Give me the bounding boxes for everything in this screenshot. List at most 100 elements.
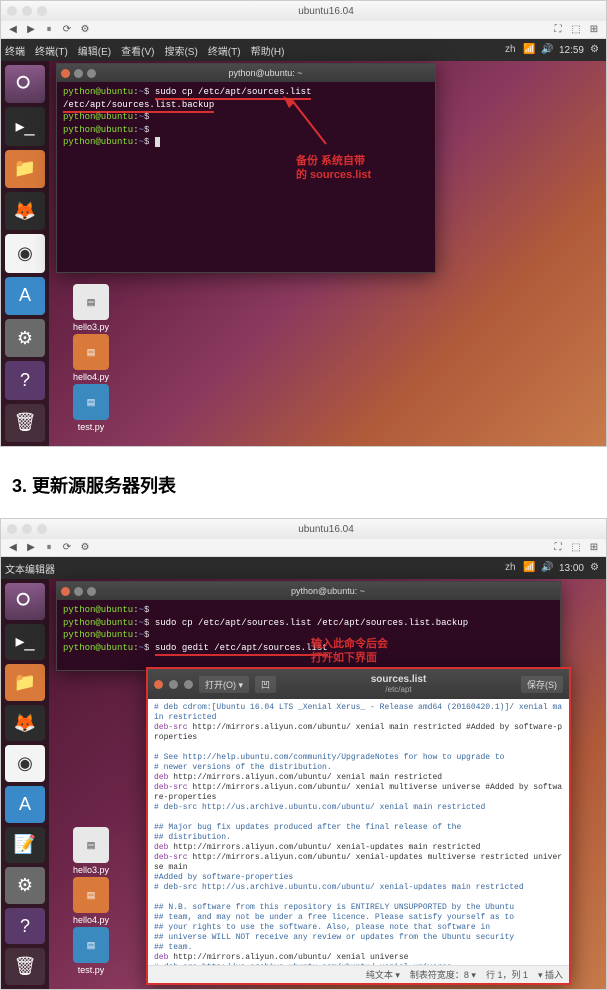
terminal-title: python@ubuntu: ~ <box>100 586 556 596</box>
launcher-help-icon[interactable]: ? <box>5 908 45 945</box>
vm-tool-fwd-icon[interactable]: ▶ <box>25 542 37 554</box>
menu-terminal2[interactable]: 终端(T) <box>35 43 68 58</box>
desktop-icon-hello4[interactable]: ▤ hello4.py <box>66 877 116 925</box>
max-dot[interactable] <box>37 6 47 16</box>
menu-terminal3[interactable]: 终端(T) <box>208 43 241 58</box>
term-max-icon[interactable] <box>87 587 96 596</box>
terminal-content[interactable]: python@ubuntu:~$ python@ubuntu:~$ sudo c… <box>57 600 560 658</box>
vm-tool-view-icon[interactable]: ⬚ <box>570 542 582 554</box>
term-min-icon[interactable] <box>74 69 83 78</box>
vm-tool-reload-icon[interactable]: ⟳ <box>61 542 73 554</box>
vm-tool-pause-icon[interactable]: ⏸ <box>43 542 55 554</box>
sound-icon[interactable]: 🔊 <box>541 562 553 574</box>
launcher-gedit-icon[interactable]: 📝 <box>5 827 45 864</box>
desktop-icon-test[interactable]: ▤ test.py <box>66 384 116 432</box>
vm-titlebar[interactable]: ubuntu16.04 <box>1 519 606 539</box>
menu-view[interactable]: 查看(V) <box>121 43 154 58</box>
gear-icon[interactable]: ⚙ <box>590 44 602 56</box>
desktop-icon-hello4[interactable]: ▤ hello4.py <box>66 334 116 382</box>
term-max-icon[interactable] <box>87 69 96 78</box>
terminal-titlebar[interactable]: python@ubuntu: ~ <box>57 582 560 600</box>
menu-edit[interactable]: 编辑(E) <box>78 43 111 58</box>
vm-tool-back-icon[interactable]: ◀ <box>7 24 19 36</box>
clock[interactable]: 12:59 <box>559 45 584 56</box>
gedit-min-icon[interactable] <box>169 680 178 689</box>
vm-titlebar[interactable]: ubuntu16.04 <box>1 1 606 21</box>
launcher-firefox-icon[interactable]: 🦊 <box>5 705 45 742</box>
unity-launcher: ▸_ 📁 🦊 ◉ A ⚙ ? 🗑 <box>1 61 49 446</box>
vm-window-top: ubuntu16.04 ◀ ▶ ⏸ ⟳ ⚙ ⛶ ⬚ ⊞ 终端 终端(T) 编辑(… <box>0 0 607 447</box>
menu-search[interactable]: 搜索(S) <box>164 43 197 58</box>
terminal-window: python@ubuntu: ~ python@ubuntu:~$ python… <box>56 581 561 671</box>
gedit-mode[interactable]: 纯文本 ▾ <box>366 968 400 981</box>
launcher-trash-icon[interactable]: 🗑 <box>5 948 45 985</box>
vm-tool-grid-icon[interactable]: ⊞ <box>588 542 600 554</box>
annotation-line2: 打开如下界面 <box>311 651 388 665</box>
launcher-files-icon[interactable]: 📁 <box>5 664 45 701</box>
launcher-chrome-icon[interactable]: ◉ <box>5 234 45 272</box>
term-min-icon[interactable] <box>74 587 83 596</box>
vm-tool-pause-icon[interactable]: ⏸ <box>43 24 55 36</box>
gedit-new-button[interactable]: 凹 <box>255 676 276 693</box>
gedit-insert[interactable]: ▾ 插入 <box>538 968 563 981</box>
terminal-cmd-gedit: sudo gedit /etc/apt/sources.list <box>155 643 328 656</box>
vm-tool-fullscreen-icon[interactable]: ⛶ <box>552 542 564 554</box>
annotation-top: 备份 系统自带 的 sources.list <box>296 154 371 183</box>
vm-tool-fwd-icon[interactable]: ▶ <box>25 24 37 36</box>
desktop-icon-label: test.py <box>78 422 105 432</box>
gear-icon[interactable]: ⚙ <box>590 562 602 574</box>
launcher-terminal-icon[interactable]: ▸_ <box>5 107 45 145</box>
vm-tool-gear-icon[interactable]: ⚙ <box>79 542 91 554</box>
vm-tool-reload-icon[interactable]: ⟳ <box>61 24 73 36</box>
desktop-icon-label: hello3.py <box>73 322 109 332</box>
language-icon[interactable]: zh <box>505 44 517 56</box>
launcher-settings-icon[interactable]: ⚙ <box>5 319 45 357</box>
launcher-settings-icon[interactable]: ⚙ <box>5 867 45 904</box>
annotation-arrow-icon <box>281 94 341 154</box>
language-icon[interactable]: zh <box>505 562 517 574</box>
network-icon[interactable]: 📶 <box>523 44 535 56</box>
launcher-firefox-icon[interactable]: 🦊 <box>5 192 45 230</box>
gedit-open-button[interactable]: 打开(O) ▾ <box>199 676 249 693</box>
vm-tool-grid-icon[interactable]: ⊞ <box>588 24 600 36</box>
term-close-icon[interactable] <box>61 587 70 596</box>
launcher-software-icon[interactable]: A <box>5 786 45 823</box>
desktop-icon-hello3[interactable]: ▤ hello3.py <box>66 284 116 332</box>
menu-terminal[interactable]: 终端 <box>5 43 25 58</box>
launcher-files-icon[interactable]: 📁 <box>5 150 45 188</box>
desktop-icon-hello3[interactable]: ▤ hello3.py <box>66 827 116 875</box>
terminal-titlebar[interactable]: python@ubuntu: ~ <box>57 64 435 82</box>
launcher-dash-icon[interactable] <box>5 583 45 620</box>
sound-icon[interactable]: 🔊 <box>541 44 553 56</box>
gedit-position: 行 1，列 1 <box>486 968 528 981</box>
launcher-software-icon[interactable]: A <box>5 277 45 315</box>
gedit-header[interactable]: 打开(O) ▾ 凹 sources.list /etc/apt 保存(S) <box>148 669 569 699</box>
close-dot[interactable] <box>7 524 17 534</box>
gedit-close-icon[interactable] <box>154 680 163 689</box>
gedit-tabwidth[interactable]: 制表符宽度：8 ▾ <box>410 968 476 981</box>
term-close-icon[interactable] <box>61 69 70 78</box>
vm-tool-fullscreen-icon[interactable]: ⛶ <box>552 24 564 36</box>
terminal-content[interactable]: python@ubuntu:~$ sudo cp /etc/apt/source… <box>57 82 435 153</box>
vm-tool-gear-icon[interactable]: ⚙ <box>79 24 91 36</box>
gedit-max-icon[interactable] <box>184 680 193 689</box>
launcher-terminal-icon[interactable]: ▸_ <box>5 624 45 661</box>
min-dot[interactable] <box>22 6 32 16</box>
close-dot[interactable] <box>7 6 17 16</box>
prompt-path: ~ <box>139 87 144 97</box>
desktop-icon-test[interactable]: ▤ test.py <box>66 927 116 975</box>
gedit-save-button[interactable]: 保存(S) <box>521 676 563 693</box>
launcher-chrome-icon[interactable]: ◉ <box>5 745 45 782</box>
min-dot[interactable] <box>22 524 32 534</box>
max-dot[interactable] <box>37 524 47 534</box>
network-icon[interactable]: 📶 <box>523 562 535 574</box>
gedit-text-area[interactable]: # deb cdrom:[Ubuntu 16.04 LTS _Xenial Xe… <box>148 699 569 965</box>
launcher-trash-icon[interactable]: 🗑 <box>5 404 45 442</box>
vm-tool-back-icon[interactable]: ◀ <box>7 542 19 554</box>
menu-help[interactable]: 帮助(H) <box>251 43 285 58</box>
menu-texteditor[interactable]: 文本编辑器 <box>5 561 55 576</box>
launcher-help-icon[interactable]: ? <box>5 361 45 399</box>
clock[interactable]: 13:00 <box>559 563 584 574</box>
launcher-dash-icon[interactable] <box>5 65 45 103</box>
vm-tool-view-icon[interactable]: ⬚ <box>570 24 582 36</box>
